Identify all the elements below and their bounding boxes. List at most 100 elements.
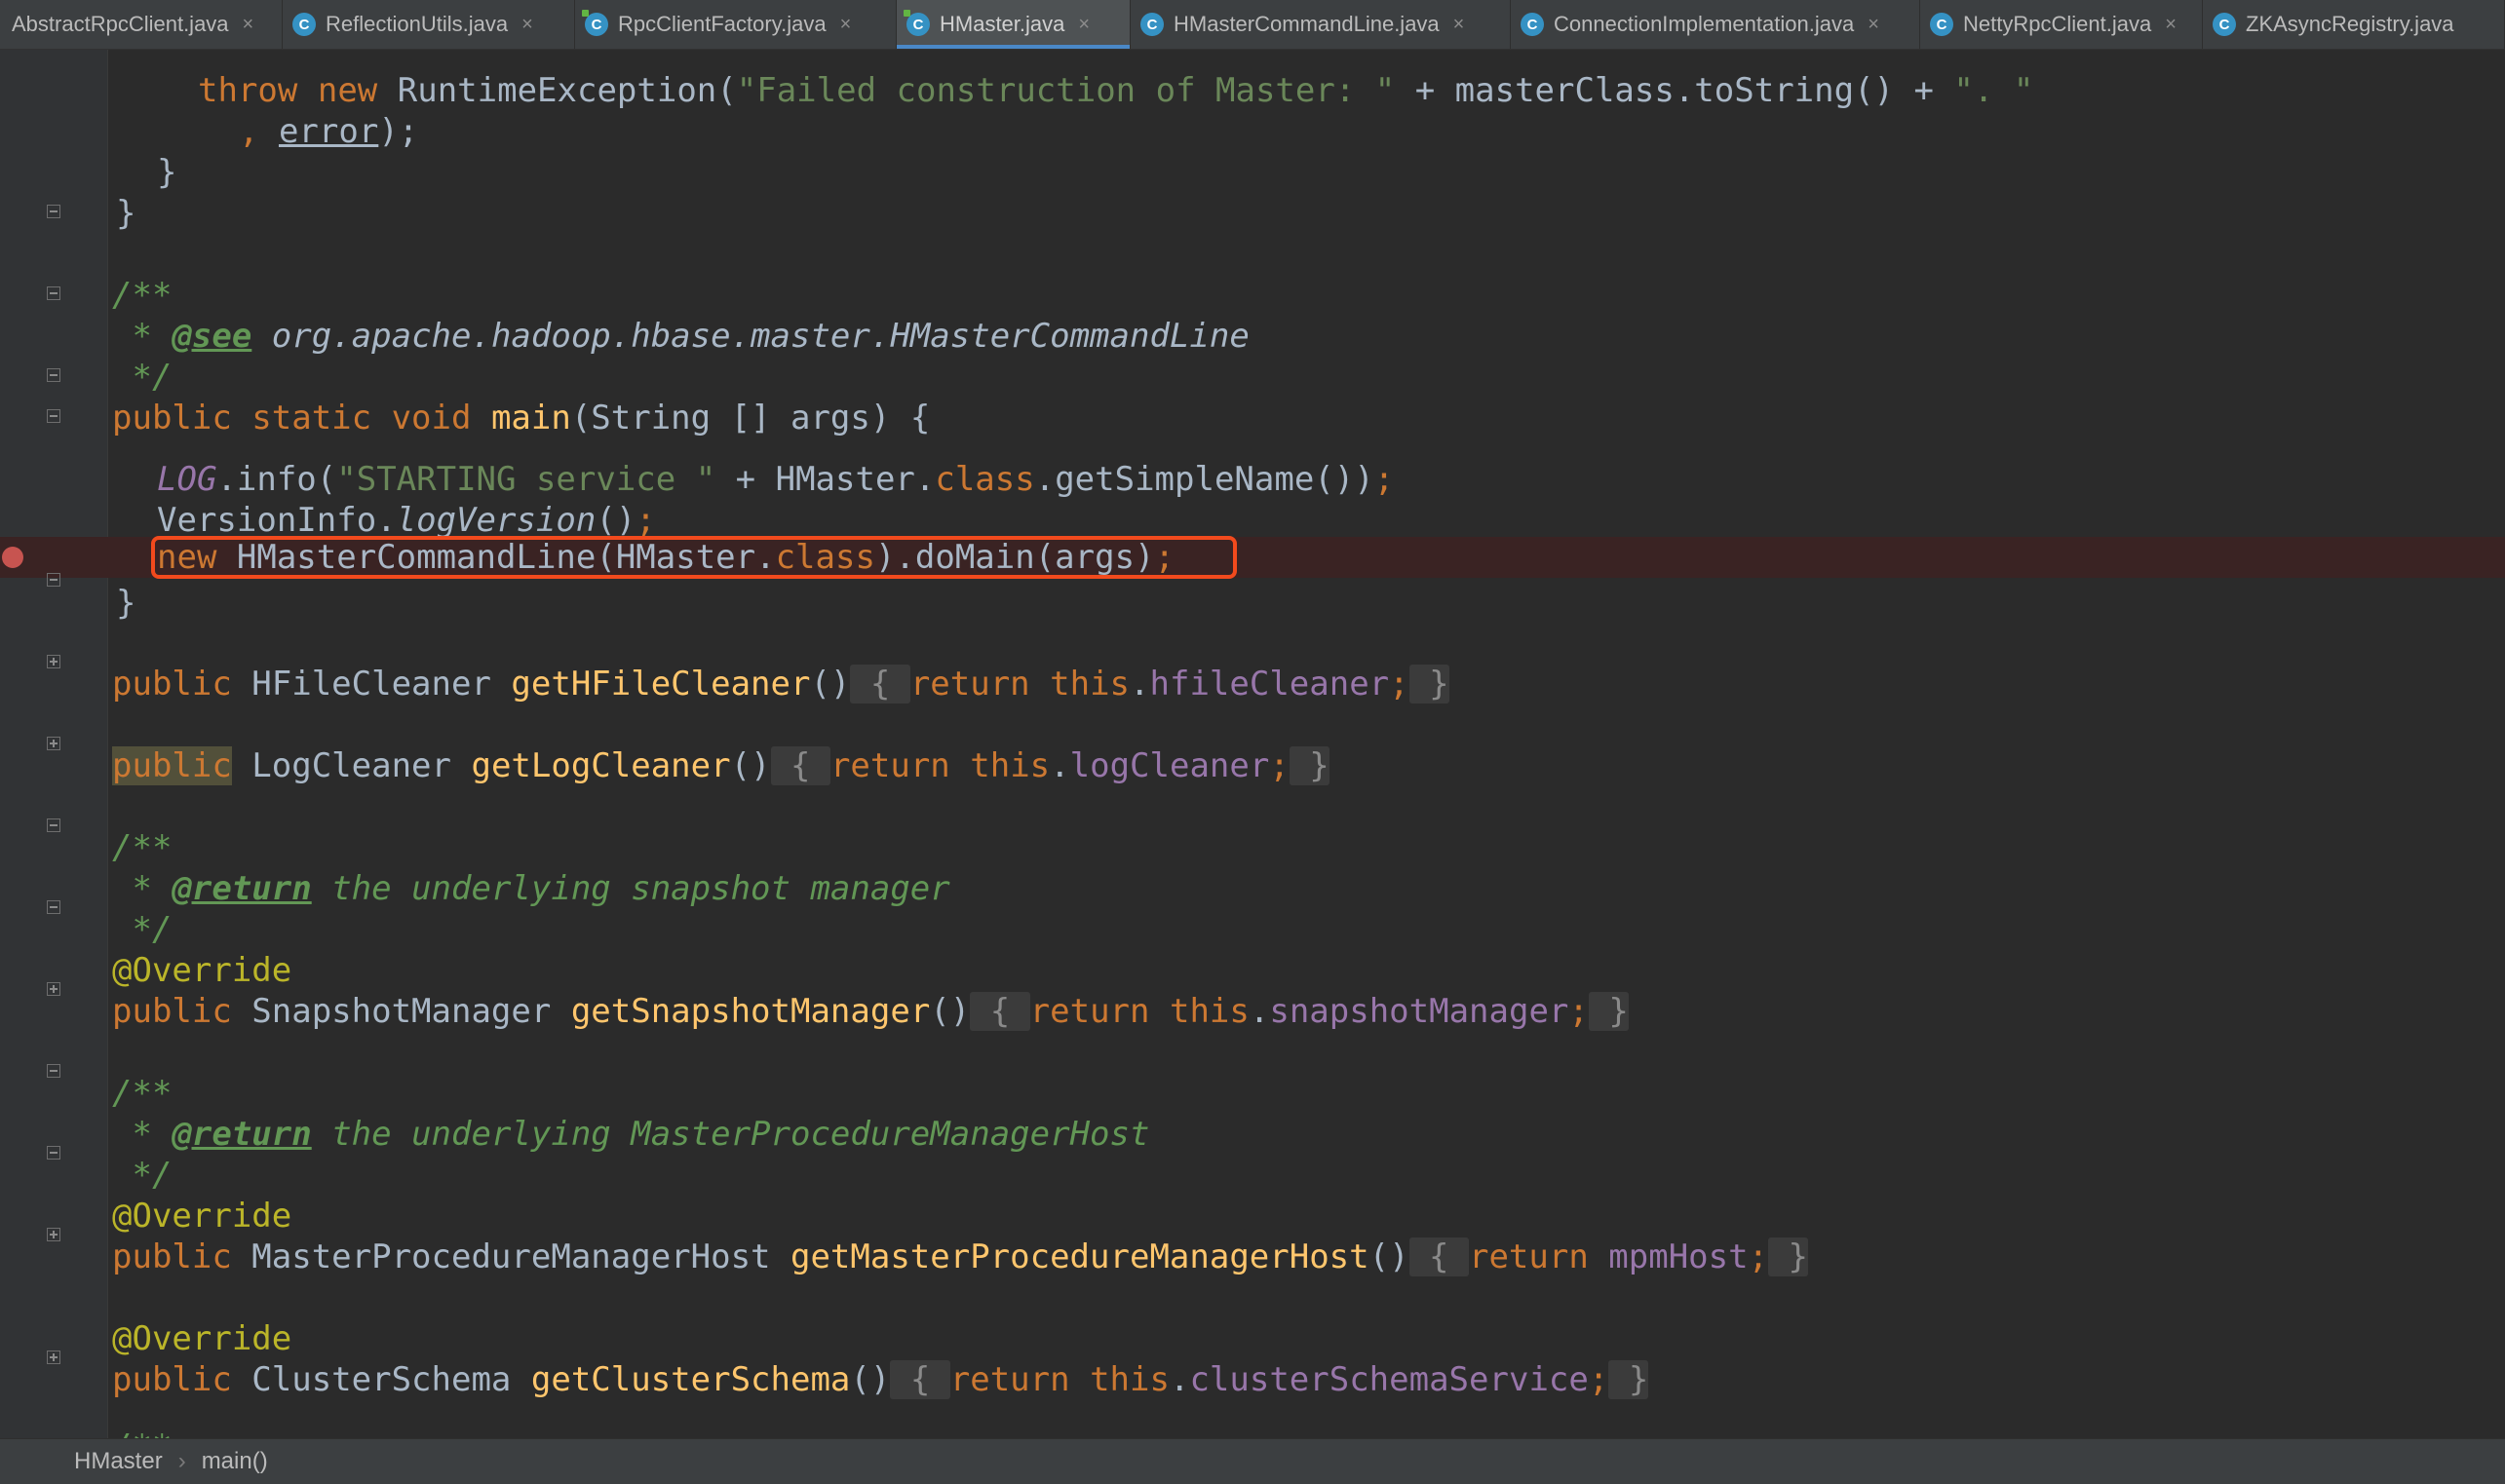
brace: }: [116, 194, 136, 233]
doc-reference: org.apache.hadoop.hbase.master.HMasterCo…: [251, 317, 1250, 356]
dot: .: [1050, 746, 1070, 785]
class-icon: C: [2213, 13, 2236, 36]
breadcrumb-separator: ›: [177, 1448, 186, 1474]
folded-region[interactable]: }: [1768, 1237, 1809, 1276]
method-call: .info(: [216, 460, 337, 499]
close-icon[interactable]: ×: [521, 14, 533, 36]
code-line[interactable]: LOG.info("STARTING service " + HMaster.c…: [0, 459, 2505, 500]
close-icon[interactable]: ×: [840, 14, 852, 36]
doc-comment: the underlying snapshot manager: [311, 869, 950, 908]
code-line[interactable]: }: [0, 193, 2505, 234]
type: LogCleaner: [231, 746, 472, 785]
code-line[interactable]: @Override: [0, 1196, 2505, 1237]
folded-region[interactable]: {: [770, 746, 830, 785]
code-line[interactable]: , error);: [0, 111, 2505, 152]
close-icon[interactable]: ×: [1453, 14, 1465, 36]
code-line[interactable]: /**: [0, 1073, 2505, 1114]
keyword: new: [317, 71, 378, 110]
tab-connectionimplementation[interactable]: C ConnectionImplementation.java ×: [1511, 0, 1920, 49]
punctuation: );: [378, 112, 419, 151]
code-line[interactable]: @Override: [0, 1318, 2505, 1359]
doc-tag: @see: [172, 317, 252, 356]
code-line[interactable]: throw new RuntimeException("Failed const…: [0, 70, 2505, 111]
close-icon[interactable]: ×: [1078, 14, 1090, 36]
parens: (): [596, 501, 636, 540]
method-name: getSnapshotManager: [570, 992, 931, 1031]
code-line[interactable]: * @see org.apache.hadoop.hbase.master.HM…: [0, 316, 2505, 357]
type: MasterProcedureManagerHost: [231, 1237, 790, 1276]
close-icon[interactable]: ×: [1868, 14, 1879, 36]
string-literal: "Failed construction of Master: ": [736, 71, 1396, 110]
code-line[interactable]: public ClusterSchema getClusterSchema() …: [0, 1359, 2505, 1400]
code-line[interactable]: */: [0, 909, 2505, 950]
code-line[interactable]: }: [0, 152, 2505, 193]
tab-label: AbstractRpcClient.java: [12, 12, 229, 36]
keyword: public: [112, 1360, 232, 1399]
tab-rpcclientfactory[interactable]: C RpcClientFactory.java ×: [575, 0, 897, 49]
code-line[interactable]: public LogCleaner getLogCleaner() { retu…: [0, 745, 2505, 786]
parameters: (String [] args) {: [570, 399, 931, 438]
class-name: RuntimeException: [397, 71, 717, 110]
type: HFileCleaner: [231, 665, 512, 704]
folded-region[interactable]: {: [1408, 1237, 1469, 1276]
tab-label: RpcClientFactory.java: [618, 12, 827, 36]
tab-hmaster[interactable]: C HMaster.java ×: [897, 0, 1131, 49]
code-line[interactable]: * @return the underlying MasterProcedure…: [0, 1114, 2505, 1155]
code-line[interactable]: VersionInfo.logVersion();: [0, 500, 2505, 541]
breadcrumb-method[interactable]: main(): [202, 1448, 268, 1475]
close-icon[interactable]: ×: [2165, 14, 2177, 36]
code-line[interactable]: public SnapshotManager getSnapshotManage…: [0, 991, 2505, 1032]
folded-region[interactable]: {: [850, 665, 910, 704]
keyword: return: [949, 1360, 1070, 1399]
code-line[interactable]: /**: [0, 1427, 2505, 1438]
doc-tag: @return: [172, 1115, 312, 1154]
expression: + masterClass.toString() +: [1395, 71, 1954, 110]
tab-abstractrpcclient[interactable]: AbstractRpcClient.java ×: [0, 0, 283, 49]
code-line[interactable]: */: [0, 1155, 2505, 1196]
tab-hmastercommandline[interactable]: C HMasterCommandLine.java ×: [1131, 0, 1511, 49]
folded-region[interactable]: }: [1608, 1360, 1649, 1399]
keyword: class: [935, 460, 1035, 499]
parens: (): [1368, 1237, 1409, 1276]
code-line[interactable]: public MasterProcedureManagerHost getMas…: [0, 1237, 2505, 1277]
tab-zkasyncregistry[interactable]: C ZKAsyncRegistry.java: [2203, 0, 2505, 49]
doc-comment: */: [112, 910, 173, 949]
code-line[interactable]: /**: [0, 275, 2505, 316]
keyword: return: [829, 746, 950, 785]
static-method-call: logVersion: [396, 501, 597, 540]
method-name: getClusterSchema: [530, 1360, 851, 1399]
code-line[interactable]: */: [0, 357, 2505, 398]
string-literal: ". ": [1953, 71, 2034, 110]
code-line[interactable]: @Override: [0, 950, 2505, 991]
field: snapshotManager: [1269, 992, 1569, 1031]
type: SnapshotManager: [231, 992, 571, 1031]
code-editor[interactable]: throw new RuntimeException("Failed const…: [0, 50, 2505, 1438]
tab-label: NettyRpcClient.java: [1963, 12, 2152, 36]
code-line[interactable]: public static void main(String [] args) …: [0, 398, 2505, 438]
code-line[interactable]: * @return the underlying snapshot manage…: [0, 868, 2505, 909]
folded-region[interactable]: {: [970, 992, 1030, 1031]
brace: }: [157, 153, 177, 192]
code-line[interactable]: }: [0, 583, 2505, 624]
semicolon: ;: [1269, 746, 1290, 785]
type: ClusterSchema: [231, 1360, 531, 1399]
keyword: this: [1169, 992, 1250, 1031]
tab-nettyrpcclient[interactable]: C NettyRpcClient.java ×: [1920, 0, 2203, 49]
dot: .: [1169, 1360, 1190, 1399]
keyword: public: [112, 665, 232, 704]
variable: error: [278, 112, 379, 151]
field: mpmHost: [1608, 1237, 1749, 1276]
breadcrumb-class[interactable]: HMaster: [74, 1448, 163, 1475]
folded-region[interactable]: }: [1289, 746, 1330, 785]
folded-region[interactable]: {: [890, 1360, 950, 1399]
tab-reflectionutils[interactable]: C ReflectionUtils.java ×: [283, 0, 575, 49]
code-line[interactable]: /**: [0, 827, 2505, 868]
dot: .: [1249, 992, 1270, 1031]
method-name: main: [490, 399, 571, 438]
semicolon: ;: [636, 501, 656, 540]
folded-region[interactable]: }: [1588, 992, 1629, 1031]
code-line[interactable]: public HFileCleaner getHFileCleaner() { …: [0, 664, 2505, 704]
expression: + HMaster.: [715, 460, 936, 499]
close-icon[interactable]: ×: [243, 14, 254, 36]
folded-region[interactable]: }: [1408, 665, 1449, 704]
